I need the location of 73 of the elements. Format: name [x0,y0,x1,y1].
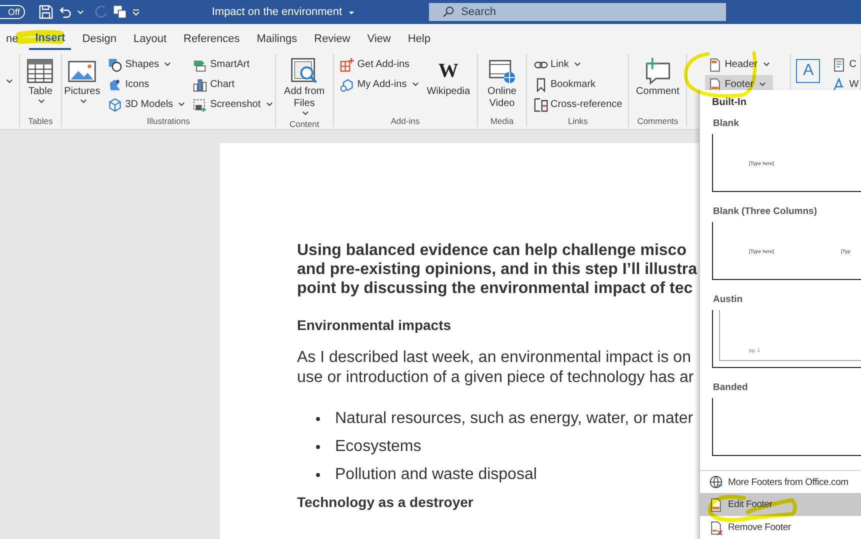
footer-preview[interactable] [712,398,861,456]
ribbon-tab[interactable]: Layout [127,28,172,48]
group-label: Links [568,116,588,127]
ribbon-tab[interactable]: References [178,28,246,48]
bookmark-button[interactable]: Bookmark [530,75,626,94]
list-item-text: Pollution and waste disposal [335,466,537,484]
group-label: Media [490,116,514,127]
heading: Technology as a destroyer [297,493,474,511]
paragraph: As I described last week, an environmental impact is on use or introduction of a given piece of technology has ar [297,348,695,387]
my-add-ins-button[interactable]: My Add-ins [337,75,422,94]
copy-icon[interactable] [112,5,127,19]
heading: Environmental impacts [297,316,452,334]
ribbon-tab[interactable]: Review [308,28,356,48]
hexagon-icon [340,78,354,92]
list-item-text: Natural resources, such as energy, water, or mater [335,410,694,428]
ribbon-tab[interactable]: Mailings [250,28,304,48]
undo-icon[interactable] [58,5,72,19]
customize-chevron-icon[interactable] [132,8,140,16]
quick-parts-button[interactable]: C [829,55,861,74]
bullet-dot [316,473,320,477]
menu-item[interactable]: Remove Footer [700,516,861,539]
pen-stroke-icon [832,78,846,92]
remove-footer-icon [709,520,723,534]
get-add-ins-button[interactable]: Get Add-ins [337,55,422,74]
gallery-item-title: Blank (Three Columns) [712,205,818,219]
save-icon[interactable] [38,5,53,19]
file-search-icon [289,56,320,86]
document-title: Impact on the environment [212,6,342,18]
group-label: Content [289,119,320,130]
icons-button[interactable]: Icons [105,75,188,94]
bullet-dot [316,445,320,449]
group-label: Add-ins [390,116,420,127]
search-field[interactable]: Search [429,3,726,21]
text-box-icon: A [796,59,820,83]
paragraph: Using balanced evidence can help challenge misco and pre-existing opinions, and in this step I’ll illustra point by discussing the environmental impact of tec [297,241,698,298]
cross-reference-icon [534,98,548,112]
smartart-button[interactable]: SmartArt [190,55,276,74]
shapes-icon [108,58,122,72]
screenshot-button[interactable]: Screenshot [190,95,276,114]
shapes-button[interactable]: Shapes [105,55,188,74]
cube-icon [108,98,122,112]
3d-models-button[interactable]: 3D Models [105,95,188,114]
group-label: Comments [637,116,678,127]
autosave-toggle[interactable]: Off [0,5,25,19]
wordart-button[interactable]: W [829,75,861,94]
chevron-down-icon[interactable] [6,78,13,85]
title-chevron-icon[interactable] [348,8,356,16]
chart-button[interactable]: Chart [190,75,276,94]
symbol-icon [108,78,122,92]
header-icon [708,58,722,72]
group-label: Illustrations [146,116,190,127]
group-label: Tables [28,116,53,127]
ribbon-tab[interactable]: View [361,28,397,48]
globe-icon [709,475,723,489]
ribbon-tab[interactable]: ne [0,28,24,48]
bar-chart-icon [193,78,208,92]
ribbon-tab[interactable]: Help [402,28,436,48]
cross-reference-button[interactable]: Cross-reference [530,95,626,114]
menu-heading: Built-In [711,96,748,110]
diagram-icon [193,58,208,72]
list-item-text: Ecosystems [335,438,422,456]
wikipedia-icon: W [438,56,458,86]
document-icon [832,58,846,72]
link-button[interactable]: Link [530,55,626,74]
screenshot-icon [193,98,208,112]
gallery-item-title: Blank [712,117,740,131]
ribbon-tab[interactable]: Design [76,28,122,48]
grid-plus-icon [340,58,354,72]
table-icon [25,56,56,86]
gallery-item-title: Austin [712,293,744,307]
search-icon [443,6,456,18]
bullet-dot [316,417,320,421]
gallery-item-title: Banded [712,381,749,395]
